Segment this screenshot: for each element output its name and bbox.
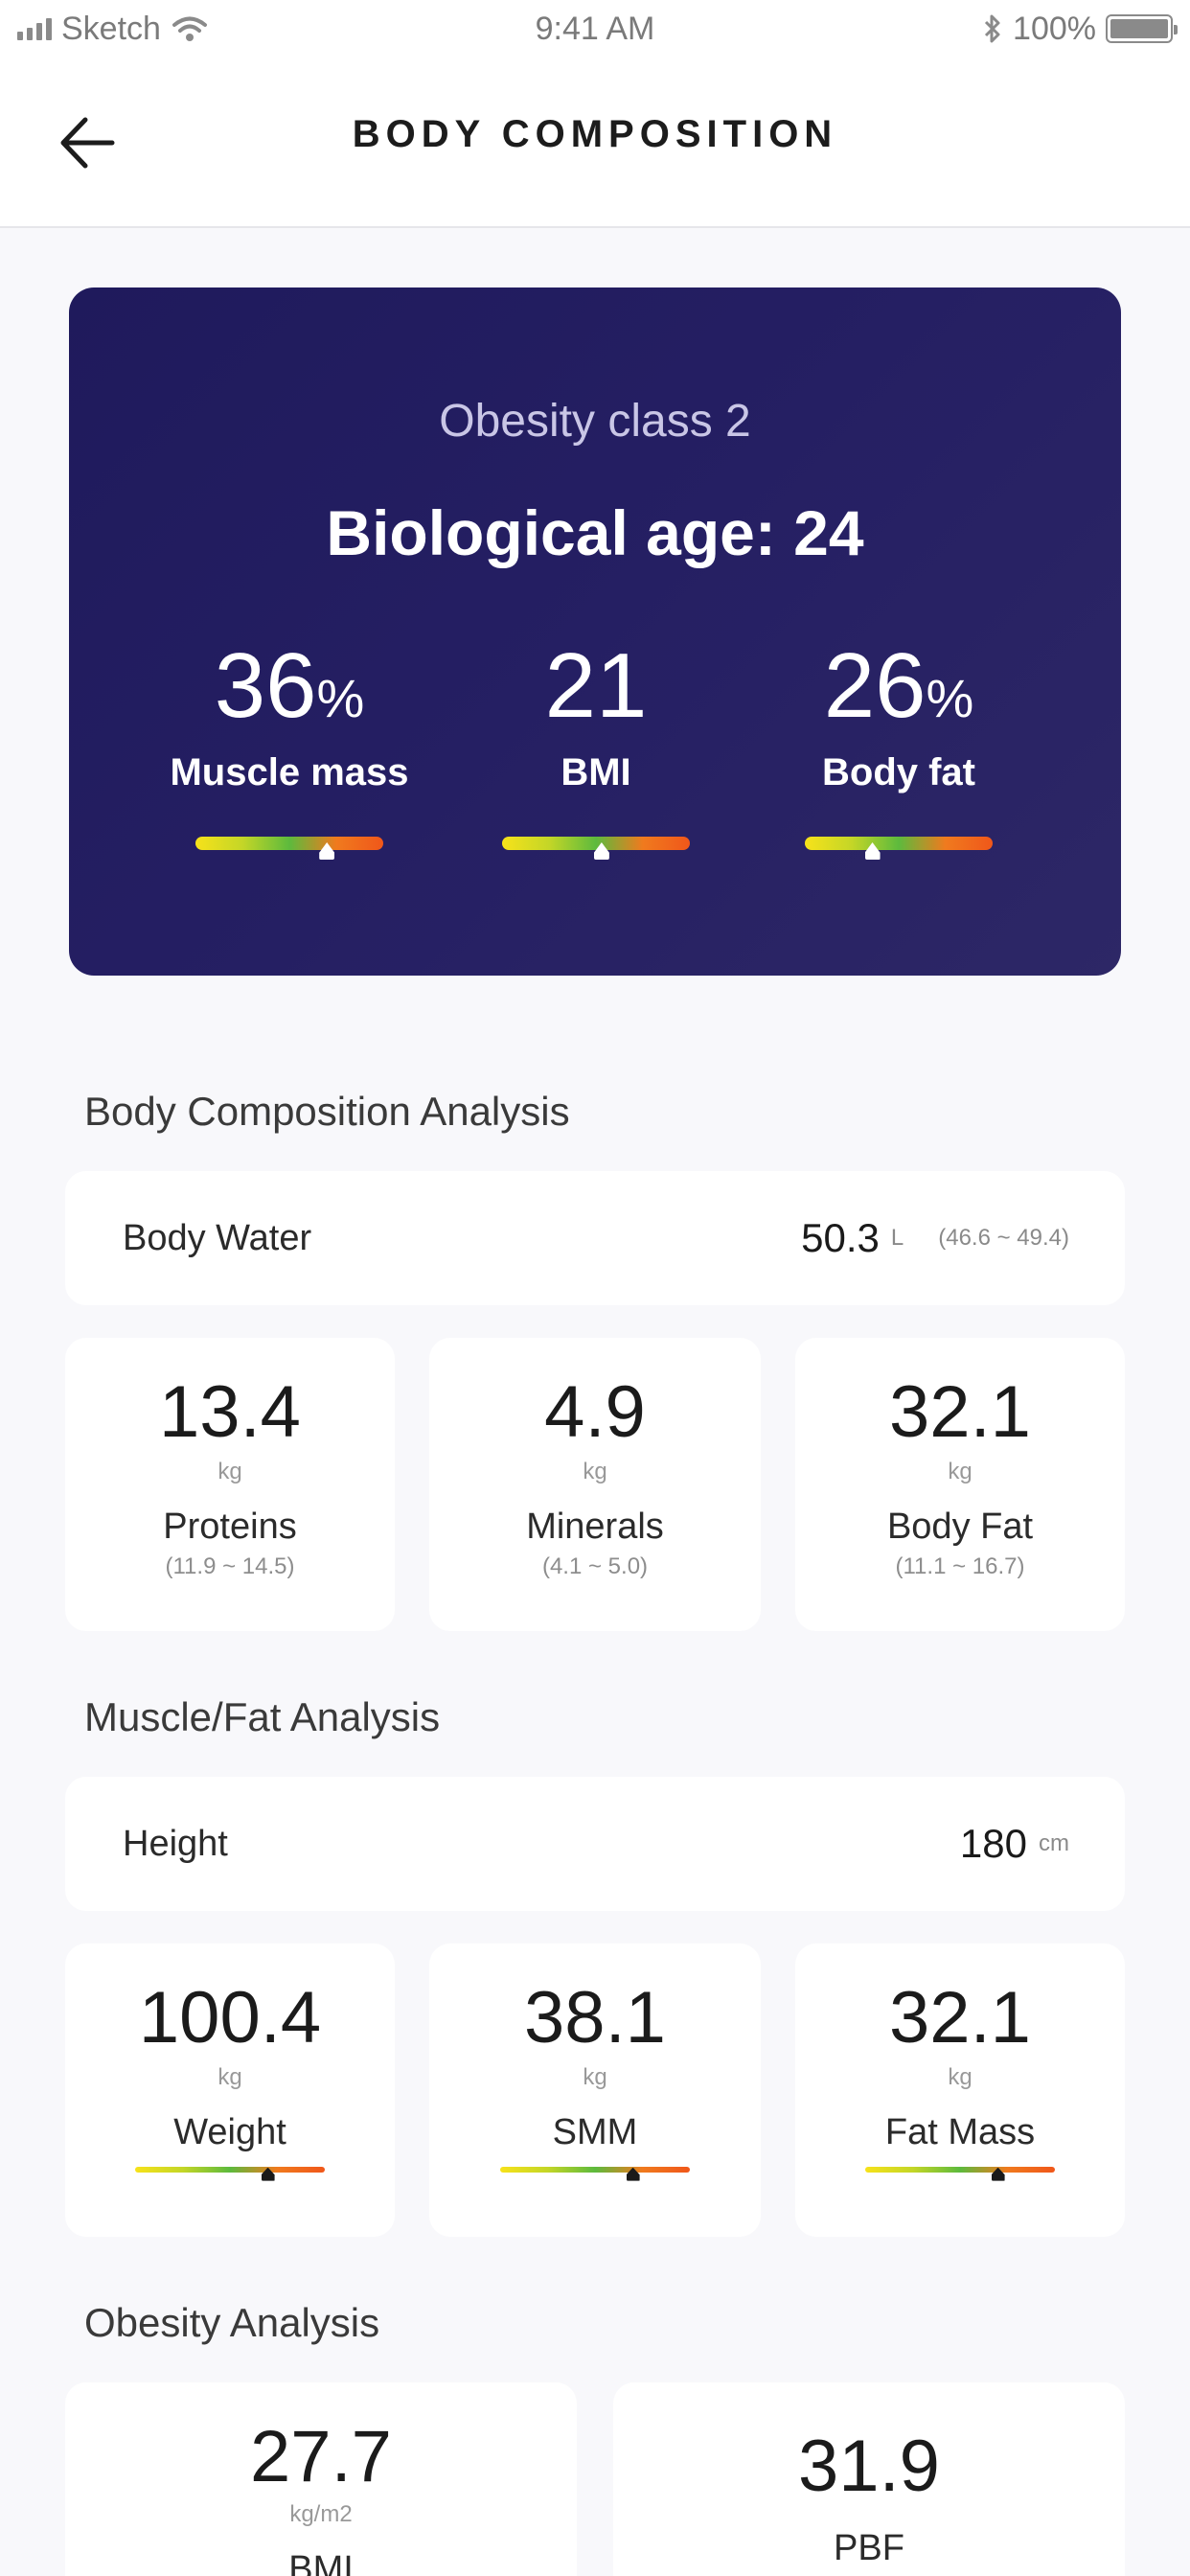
status-left: Sketch: [17, 11, 209, 48]
metric-unit: kg: [583, 2063, 607, 2090]
metric-card-minerals[interactable]: 4.9 kg Minerals (4.1 ~ 5.0): [429, 1338, 761, 1631]
row-unit: cm: [1039, 1830, 1069, 1856]
metric-label: PBF: [834, 2527, 904, 2568]
metric-scale: [135, 2166, 325, 2181]
metric-scale: [500, 2166, 690, 2181]
metric-label: Body Fat: [886, 1506, 1034, 1547]
battery-percent: 100%: [1013, 10, 1096, 47]
metric-label: SMM: [552, 2111, 638, 2152]
metric-value: 27.7: [250, 2416, 392, 2497]
summary-stat-scale: [195, 837, 383, 860]
section-title-muscle-fat: Muscle/Fat Analysis: [84, 1694, 441, 1739]
row-unit: L: [890, 1225, 904, 1251]
metric-value: 4.9: [544, 1371, 646, 1453]
metric-label: BMI: [288, 2548, 354, 2576]
page-title: BODY COMPOSITION: [352, 113, 838, 155]
summary-stat-muscle-mass: 36% Muscle mass: [165, 640, 414, 860]
bluetooth-icon: [984, 14, 1000, 43]
section-title-obesity: Obesity Analysis: [84, 2300, 380, 2345]
metric-value: 100.4: [138, 1977, 322, 2058]
metric-card-body-fat[interactable]: 32.1 kg Body Fat (11.1 ~ 16.7): [795, 1338, 1125, 1631]
metric-unit: kg: [948, 1458, 973, 1484]
summary-stat-value: 26%: [774, 640, 1023, 732]
status-bar: Sketch 9:41 AM 100%: [0, 0, 1190, 58]
summary-stat-scale: [805, 837, 993, 860]
metric-label: Fat Mass: [884, 2111, 1036, 2152]
obesity-classification: Obesity class 2: [439, 396, 751, 447]
summary-stat-number: 36: [214, 634, 317, 737]
metric-unit: kg: [217, 2063, 242, 2090]
section-title-body-composition: Body Composition Analysis: [84, 1089, 570, 1134]
metric-unit: kg: [583, 1458, 607, 1484]
biological-age: Biological age: 24: [326, 497, 864, 568]
summary-stat-bmi: 21 BMI: [471, 640, 721, 860]
summary-stat-label: Body fat: [822, 751, 975, 794]
scale-marker-icon: [626, 2167, 640, 2181]
body-water-row[interactable]: Body Water 50.3 L (46.6 ~ 49.4): [65, 1171, 1125, 1305]
summary-stat-unit: %: [926, 668, 974, 728]
metric-value: 38.1: [524, 1977, 666, 2058]
metric-range: (11.1 ~ 16.7): [895, 1552, 1025, 1579]
wifi-icon: [172, 16, 207, 41]
height-row[interactable]: Height 180 cm: [65, 1777, 1125, 1911]
metric-value: 31.9: [798, 2426, 940, 2507]
metric-card-smm[interactable]: 38.1 kg SMM: [429, 1944, 761, 2237]
row-label: Body Water: [123, 1217, 312, 1258]
scale-marker-icon: [261, 2167, 275, 2181]
summary-stat-value: 21: [471, 640, 721, 732]
metric-label: Minerals: [526, 1506, 664, 1547]
row-value: 180: [959, 1821, 1027, 1866]
summary-stat-label: Muscle mass: [170, 751, 409, 794]
row-range: (46.6 ~ 49.4): [938, 1225, 1069, 1251]
scale-marker-icon: [593, 842, 609, 860]
metric-card-pbf[interactable]: 31.9 PBF: [613, 2382, 1125, 2576]
metric-unit: kg: [948, 2063, 973, 2090]
metric-label: Proteins: [163, 1506, 297, 1547]
summary-stat-number: 21: [544, 634, 648, 737]
summary-stat-label: BMI: [561, 751, 631, 794]
nav-header: BODY COMPOSITION: [0, 58, 1190, 228]
summary-stat-number: 26: [823, 634, 927, 737]
metric-range: (4.1 ~ 5.0): [541, 1552, 649, 1579]
summary-stat-body-fat: 26% Body fat: [774, 640, 1023, 860]
carrier-name: Sketch: [61, 10, 161, 47]
summary-stat-value: 36%: [165, 640, 414, 732]
metric-value: 32.1: [889, 1977, 1031, 2058]
summary-stat-scale: [502, 837, 690, 860]
metric-card-weight[interactable]: 100.4 kg Weight: [65, 1944, 395, 2237]
metric-card-fat-mass[interactable]: 32.1 kg Fat Mass: [795, 1944, 1125, 2237]
row-value: 50.3: [801, 1215, 880, 1260]
metric-unit: kg: [217, 1458, 242, 1484]
scale-marker-icon: [991, 2167, 1005, 2181]
metric-value: 13.4: [159, 1371, 301, 1453]
battery-icon: [1106, 14, 1178, 43]
metric-value: 32.1: [889, 1371, 1031, 1453]
metric-card-bmi[interactable]: 27.7 kg/m2 BMI: [65, 2382, 577, 2576]
metric-unit: kg/m2: [289, 2500, 353, 2527]
signal-bars-icon: [17, 17, 52, 40]
metric-label: Weight: [173, 2111, 286, 2152]
summary-stat-unit: %: [316, 668, 365, 728]
metric-range: (11.9 ~ 14.5): [165, 1552, 295, 1579]
scale-marker-icon: [864, 842, 881, 860]
scale-marker-icon: [319, 842, 335, 860]
row-label: Height: [123, 1823, 228, 1864]
summary-card: Obesity class 2 Biological age: 24 36% M…: [69, 288, 1121, 976]
metric-scale: [865, 2166, 1055, 2181]
metric-card-proteins[interactable]: 13.4 kg Proteins (11.9 ~ 14.5): [65, 1338, 395, 1631]
status-right: 100%: [982, 10, 1178, 48]
